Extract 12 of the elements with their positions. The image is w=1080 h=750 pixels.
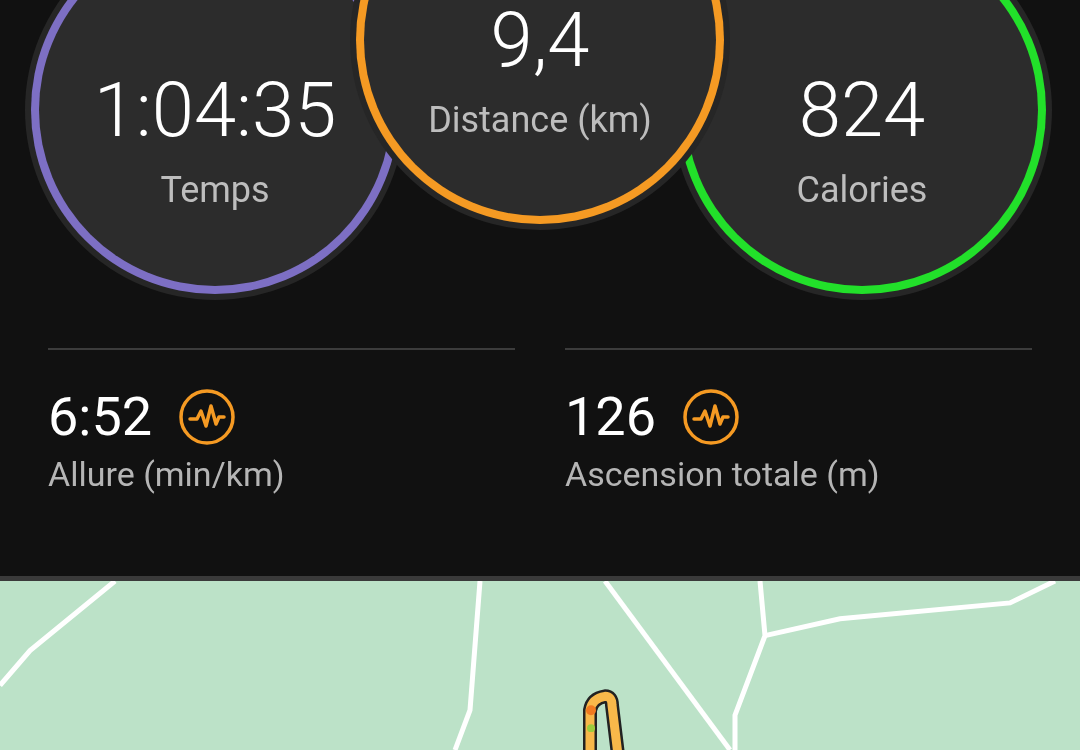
stat-value: 1:04:35	[93, 70, 337, 150]
stat-label: Distance (km)	[428, 98, 652, 142]
stat-label: Temps	[160, 168, 270, 212]
stat-value: 6:52	[48, 386, 153, 448]
waveform-icon	[178, 388, 237, 446]
waveform-icon	[682, 388, 741, 446]
stat-value: 126	[565, 386, 657, 448]
stat-label: Calories	[796, 168, 928, 212]
stat-value: 824	[798, 70, 926, 150]
stat-label: Ascension totale (m)	[565, 453, 881, 496]
stat-value: 9,4	[490, 0, 590, 80]
stat-label: Allure (min/km)	[48, 453, 286, 496]
